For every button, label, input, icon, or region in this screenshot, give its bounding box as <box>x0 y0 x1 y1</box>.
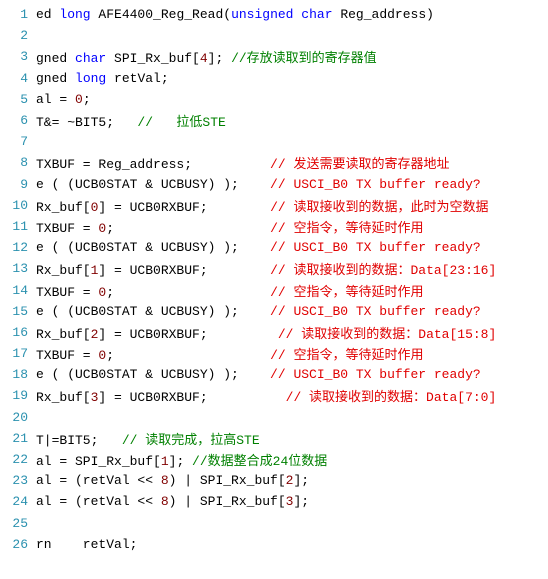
line-content: e ( (UCB0STAT & UCBUSY) ); // USCI_B0 TX… <box>36 240 548 255</box>
line-number: 22 <box>0 452 36 467</box>
line-number: 23 <box>0 473 36 488</box>
code-line: 7 <box>0 131 548 152</box>
line-content: TXBUF = 0; // 空指令，等待延时作用 <box>36 281 548 300</box>
code-line: 26rn retVal; <box>0 534 548 555</box>
line-number: 26 <box>0 537 36 552</box>
line-number: 16 <box>0 325 36 340</box>
code-line: 6T&= ~BIT5; // 拉低STE <box>0 110 548 131</box>
line-number: 4 <box>0 71 36 86</box>
code-line: 23al = (retVal << 8) | SPI_Rx_buf[2]; <box>0 470 548 491</box>
line-number: 3 <box>0 49 36 64</box>
code-line: 18e ( (UCB0STAT & UCBUSY) ); // USCI_B0 … <box>0 364 548 385</box>
code-line: 22al = SPI_Rx_buf[1]; //数据整合成24位数据 <box>0 449 548 470</box>
line-number: 19 <box>0 388 36 403</box>
line-number: 13 <box>0 261 36 276</box>
line-number: 18 <box>0 367 36 382</box>
line-content: T|=BIT5; // 读取完成，拉高STE <box>36 429 548 448</box>
line-content: al = (retVal << 8) | SPI_Rx_buf[3]; <box>36 494 548 509</box>
line-number: 5 <box>0 92 36 107</box>
line-number: 11 <box>0 219 36 234</box>
line-content: Rx_buf[1] = UCB0RXBUF; // 读取接收到的数据：Data[… <box>36 259 548 278</box>
line-number: 9 <box>0 177 36 192</box>
code-line: 13Rx_buf[1] = UCB0RXBUF; // 读取接收到的数据：Dat… <box>0 258 548 279</box>
line-number: 6 <box>0 113 36 128</box>
code-line: 1ed long AFE4400_Reg_Read(unsigned char … <box>0 4 548 25</box>
code-line: 2 <box>0 25 548 46</box>
code-line: 12e ( (UCB0STAT & UCBUSY) ); // USCI_B0 … <box>0 237 548 258</box>
line-content: al = (retVal << 8) | SPI_Rx_buf[2]; <box>36 473 548 488</box>
line-number: 8 <box>0 155 36 170</box>
code-line: 3gned char SPI_Rx_buf[4]; //存放读取到的寄存器值 <box>0 46 548 67</box>
line-content: al = 0; <box>36 92 548 107</box>
code-line: 5al = 0; <box>0 89 548 110</box>
line-number: 7 <box>0 134 36 149</box>
line-content: Rx_buf[2] = UCB0RXBUF; // 读取接收到的数据：Data[… <box>36 323 548 342</box>
line-number: 1 <box>0 7 36 22</box>
line-content: gned char SPI_Rx_buf[4]; //存放读取到的寄存器值 <box>36 47 548 66</box>
line-content: Rx_buf[0] = UCB0RXBUF; // 读取接收到的数据，此时为空数… <box>36 196 548 215</box>
line-number: 15 <box>0 304 36 319</box>
code-line: 25 <box>0 513 548 534</box>
line-content: rn retVal; <box>36 537 548 552</box>
line-number: 17 <box>0 346 36 361</box>
code-line: 4gned long retVal; <box>0 68 548 89</box>
code-line: 21T|=BIT5; // 读取完成，拉高STE <box>0 428 548 449</box>
line-number: 21 <box>0 431 36 446</box>
line-content: ed long AFE4400_Reg_Read(unsigned char R… <box>36 7 548 22</box>
code-line: 9e ( (UCB0STAT & UCBUSY) ); // USCI_B0 T… <box>0 174 548 195</box>
code-line: 20 <box>0 407 548 428</box>
code-line: 15e ( (UCB0STAT & UCBUSY) ); // USCI_B0 … <box>0 301 548 322</box>
line-content: al = SPI_Rx_buf[1]; //数据整合成24位数据 <box>36 450 548 469</box>
line-content: Rx_buf[3] = UCB0RXBUF; // 读取接收到的数据：Data[… <box>36 386 548 405</box>
line-content: TXBUF = Reg_address; // 发送需要读取的寄存器地址 <box>36 153 548 172</box>
code-line: 8TXBUF = Reg_address; // 发送需要读取的寄存器地址 <box>0 152 548 173</box>
line-content: e ( (UCB0STAT & UCBUSY) ); // USCI_B0 TX… <box>36 367 548 382</box>
code-line: 11TXBUF = 0; // 空指令，等待延时作用 <box>0 216 548 237</box>
code-line: 24al = (retVal << 8) | SPI_Rx_buf[3]; <box>0 491 548 512</box>
line-number: 20 <box>0 410 36 425</box>
line-content: e ( (UCB0STAT & UCBUSY) ); // USCI_B0 TX… <box>36 304 548 319</box>
line-number: 12 <box>0 240 36 255</box>
code-line: 17TXBUF = 0; // 空指令，等待延时作用 <box>0 343 548 364</box>
line-number: 14 <box>0 283 36 298</box>
line-number: 24 <box>0 494 36 509</box>
line-number: 25 <box>0 516 36 531</box>
code-line: 16Rx_buf[2] = UCB0RXBUF; // 读取接收到的数据：Dat… <box>0 322 548 343</box>
line-content: T&= ~BIT5; // 拉低STE <box>36 111 548 130</box>
code-line: 19Rx_buf[3] = UCB0RXBUF; // 读取接收到的数据：Dat… <box>0 385 548 406</box>
line-number: 2 <box>0 28 36 43</box>
line-content: TXBUF = 0; // 空指令，等待延时作用 <box>36 344 548 363</box>
code-line: 14TXBUF = 0; // 空指令，等待延时作用 <box>0 279 548 300</box>
line-number: 10 <box>0 198 36 213</box>
line-content: gned long retVal; <box>36 71 548 86</box>
line-content: TXBUF = 0; // 空指令，等待延时作用 <box>36 217 548 236</box>
code-line: 10Rx_buf[0] = UCB0RXBUF; // 读取接收到的数据，此时为… <box>0 195 548 216</box>
line-content: e ( (UCB0STAT & UCBUSY) ); // USCI_B0 TX… <box>36 177 548 192</box>
code-block: 1ed long AFE4400_Reg_Read(unsigned char … <box>0 0 548 555</box>
